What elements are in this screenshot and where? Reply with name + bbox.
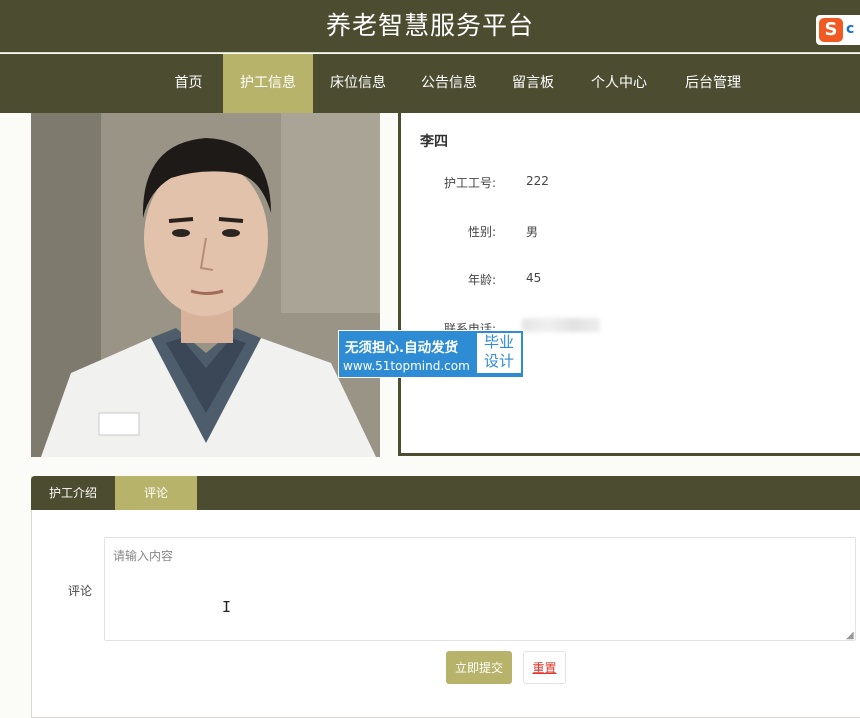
- resize-grip-icon[interactable]: ◢: [846, 630, 854, 641]
- watermark-box: 毕业 设计: [477, 333, 521, 373]
- tab-caregiver-intro[interactable]: 护工介绍: [31, 476, 115, 510]
- nav-item-notice-info[interactable]: 公告信息: [408, 54, 490, 113]
- age-value: 45: [526, 271, 542, 285]
- nav-item-personal-center[interactable]: 个人中心: [578, 54, 660, 113]
- phone-value-blurred: [522, 318, 600, 332]
- caregiver-id-value: 222: [526, 174, 549, 188]
- watermark-box-line1: 毕业: [483, 333, 514, 351]
- nav-item-bed-info[interactable]: 床位信息: [317, 54, 399, 113]
- watermark-line1: 无须担心.自动发货: [345, 340, 459, 356]
- tab-comments[interactable]: 评论: [115, 476, 197, 510]
- comment-label: 评论: [68, 584, 93, 598]
- watermark-line2: www.51topmind.com: [343, 359, 470, 373]
- caregiver-photo: [31, 113, 380, 457]
- ime-logo-icon[interactable]: S c: [816, 15, 860, 45]
- watermark-box-line2: 设计: [483, 352, 514, 370]
- gender-label: 性别:: [467, 225, 496, 239]
- main-nav: 首页 护工信息 床位信息 公告信息 留言板 个人中心 后台管理: [0, 54, 860, 113]
- nav-item-admin[interactable]: 后台管理: [672, 54, 754, 113]
- nav-item-caregiver-info[interactable]: 护工信息: [223, 54, 313, 113]
- ime-extra-text: c: [846, 21, 855, 37]
- watermark-banner: 无须担心.自动发货 www.51topmind.com 毕业 设计: [338, 330, 524, 378]
- age-label: 年龄:: [467, 273, 496, 287]
- caregiver-photo-illustration: [31, 113, 380, 457]
- nav-item-message-board[interactable]: 留言板: [500, 54, 566, 113]
- nav-item-home[interactable]: 首页: [160, 54, 217, 113]
- caregiver-name: 李四: [420, 134, 448, 150]
- site-title: 养老智慧服务平台: [325, 11, 534, 40]
- reset-button[interactable]: 重置: [523, 651, 566, 684]
- caregiver-id-label: 护工工号:: [443, 176, 496, 190]
- top-header: 养老智慧服务平台 S c: [0, 0, 860, 53]
- submit-button[interactable]: 立即提交: [446, 651, 512, 684]
- ime-s-icon: S: [819, 18, 843, 42]
- text-cursor-icon: I: [222, 598, 232, 616]
- gender-value: 男: [526, 225, 539, 239]
- comment-input[interactable]: [104, 537, 856, 641]
